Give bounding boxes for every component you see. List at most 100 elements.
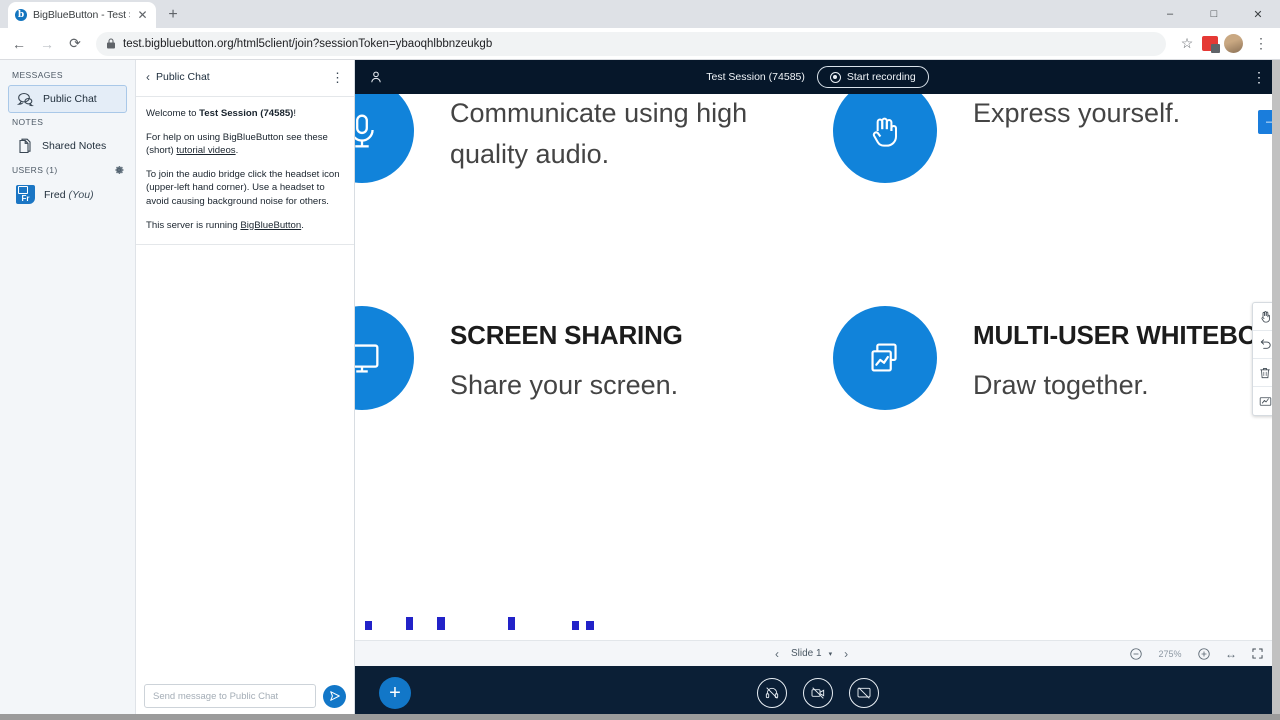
slide-tile-emoji: Express yourself. (833, 94, 1180, 183)
tile-body: Share your screen. (450, 370, 679, 400)
browser-tab[interactable]: b BigBlueButton - Test Session (74... ✕ (8, 2, 156, 28)
scrollbar-thumb[interactable] (1272, 60, 1280, 720)
screen-share-icon (857, 687, 870, 699)
minimize-icon[interactable]: – (1148, 0, 1192, 28)
lock-icon (107, 38, 115, 49)
audio-line: To join the audio bridge click the heads… (146, 168, 340, 208)
zoom-level: 275% (1158, 648, 1182, 659)
slide-tile-audio: Communicate using high quality audio. (355, 94, 795, 183)
sidebar-item-label: Public Chat (43, 93, 97, 105)
welcome-line: Welcome to Test Session (74585)! (146, 108, 297, 119)
slide-navigation: ‹ Slide 1 ▾ › (775, 648, 848, 660)
chevron-down-icon: ▾ (828, 650, 833, 658)
chat-messages: Welcome to Test Session (74585)! For hel… (136, 90, 354, 676)
sidebar-item-shared-notes[interactable]: Shared Notes (8, 132, 127, 160)
note-page-icon (16, 138, 33, 155)
tab-strip: b BigBlueButton - Test Session (74... ✕ … (0, 0, 1148, 28)
slide-tile-text: Communicate using high quality audio. (414, 94, 795, 174)
slide-label: Slide 1 (791, 648, 822, 659)
record-label: Start recording (846, 71, 916, 83)
tab-title: BigBlueButton - Test Session (74... (33, 9, 130, 21)
previous-slide-button[interactable]: ‹ (775, 648, 779, 660)
headset-muted-icon (765, 687, 778, 699)
reload-icon[interactable]: ⟳ (62, 31, 88, 57)
slide-tile-text: MULTI-USER WHITEBO Draw together. (937, 306, 1258, 406)
users-header: USERS (1) (12, 165, 58, 175)
fullscreen-icon[interactable] (1251, 647, 1264, 660)
browser-titlebar: b BigBlueButton - Test Session (74... ✕ … (0, 0, 1280, 28)
navbar-center: Test Session (74585) Start recording (355, 66, 1280, 88)
chat-welcome-message: Welcome to Test Session (74585)! For hel… (136, 96, 354, 246)
camera-off-button[interactable] (802, 678, 833, 708)
chat-menu-icon[interactable]: ⋮ (331, 71, 344, 84)
screen-share-button[interactable] (848, 678, 879, 708)
microphone-icon (355, 94, 414, 183)
whiteboard-icon (833, 306, 937, 410)
chrome-menu-icon[interactable]: ⋮ (1248, 31, 1274, 57)
chat-panel-header: ‹ Public Chat ⋮ (136, 64, 354, 90)
maximize-icon[interactable]: □ (1192, 0, 1236, 28)
new-tab-button[interactable]: + (160, 2, 186, 28)
chevron-left-icon[interactable]: ‹ (146, 71, 150, 83)
media-controls (355, 678, 1280, 708)
meeting-title: Test Session (74585) (706, 71, 805, 83)
user-name: Fred (You) (44, 188, 94, 201)
headset-muted-button[interactable] (756, 678, 787, 708)
slide-tile-text: SCREEN SHARING Share your screen. (414, 306, 683, 406)
zoom-out-icon[interactable] (1129, 647, 1143, 661)
slide-tile-text: Express yourself. (937, 94, 1180, 134)
meeting-action-bar: + (355, 666, 1280, 720)
avatar[interactable] (1220, 31, 1246, 57)
chat-message-input[interactable] (144, 684, 316, 708)
person-icon[interactable] (369, 70, 383, 84)
url-text: test.bigbluebutton.org/html5client/join?… (123, 37, 493, 50)
page-scrollbar[interactable] (1272, 60, 1280, 720)
forward-icon[interactable]: → (34, 31, 60, 57)
profile-avatar-icon (1223, 34, 1243, 53)
slide-tile-screenshare: SCREEN SHARING Share your screen. (355, 306, 683, 410)
tile-body: Communicate using high quality audio. (450, 98, 748, 169)
chat-panel-title: Public Chat (156, 71, 210, 83)
address-bar[interactable]: test.bigbluebutton.org/html5client/join?… (96, 31, 1166, 56)
slide-selector[interactable]: Slide 1 ▾ (791, 648, 832, 659)
browser-toolbar: ← → ⟳ test.bigbluebutton.org/html5client… (0, 28, 1280, 60)
tile-body: Draw together. (973, 370, 1149, 400)
notes-header: NOTES (12, 117, 44, 127)
close-window-icon[interactable]: ✕ (1236, 0, 1280, 28)
slide-partial-text-marks (365, 614, 725, 630)
chat-bubble-icon (17, 91, 34, 108)
back-icon[interactable]: ← (6, 31, 32, 57)
browser-window: b BigBlueButton - Test Session (74... ✕ … (0, 0, 1280, 720)
server-line: This server is running BigBlueButton. (146, 219, 304, 231)
extension-icon[interactable] (1202, 36, 1220, 53)
presentation-stage[interactable]: Communicate using high quality audio. Ex… (355, 94, 1280, 640)
next-slide-button[interactable]: › (844, 648, 848, 660)
users-header-row: USERS (1) (0, 162, 135, 181)
record-circle-icon (829, 71, 841, 83)
send-message-button[interactable] (323, 684, 346, 708)
monitor-icon (355, 306, 414, 410)
bookmark-star-icon[interactable]: ☆ (1174, 31, 1200, 57)
gear-icon[interactable] (113, 164, 125, 176)
close-icon[interactable]: ✕ (136, 9, 149, 21)
fit-to-width-icon[interactable]: ↔ (1225, 647, 1237, 661)
public-chat-panel: ‹ Public Chat ⋮ Welcome to Test Session … (136, 60, 355, 720)
tutorial-videos-link[interactable]: tutorial videos (176, 145, 235, 156)
navbar-menu-icon[interactable]: ⋮ (1252, 70, 1266, 84)
zoom-controls: 275% ↔ (1129, 647, 1264, 661)
camera-off-icon (811, 687, 824, 699)
slide-canvas[interactable]: Communicate using high quality audio. Ex… (355, 94, 1280, 640)
sidebar-item-public-chat[interactable]: Public Chat (8, 85, 127, 113)
meeting-navbar: Test Session (74585) Start recording ⋮ (355, 60, 1280, 94)
bigbluebutton-app: MESSAGES Public Chat NOTES Shared Notes … (0, 60, 1280, 720)
zoom-in-icon[interactable] (1197, 647, 1211, 661)
meeting-area: Test Session (74585) Start recording ⋮ C… (355, 60, 1280, 720)
bigbluebutton-link[interactable]: BigBlueButton (240, 220, 301, 231)
user-list-item[interactable]: Fr Fred (You) (0, 181, 135, 208)
window-controls: – □ ✕ (1148, 0, 1280, 28)
tile-body: Express yourself. (973, 98, 1181, 128)
start-recording-button[interactable]: Start recording (816, 66, 929, 88)
help-line: For help on using BigBlueButton see thes… (146, 131, 328, 157)
tile-heading: MULTI-USER WHITEBO (973, 320, 1258, 350)
avatar: Fr (16, 185, 35, 204)
